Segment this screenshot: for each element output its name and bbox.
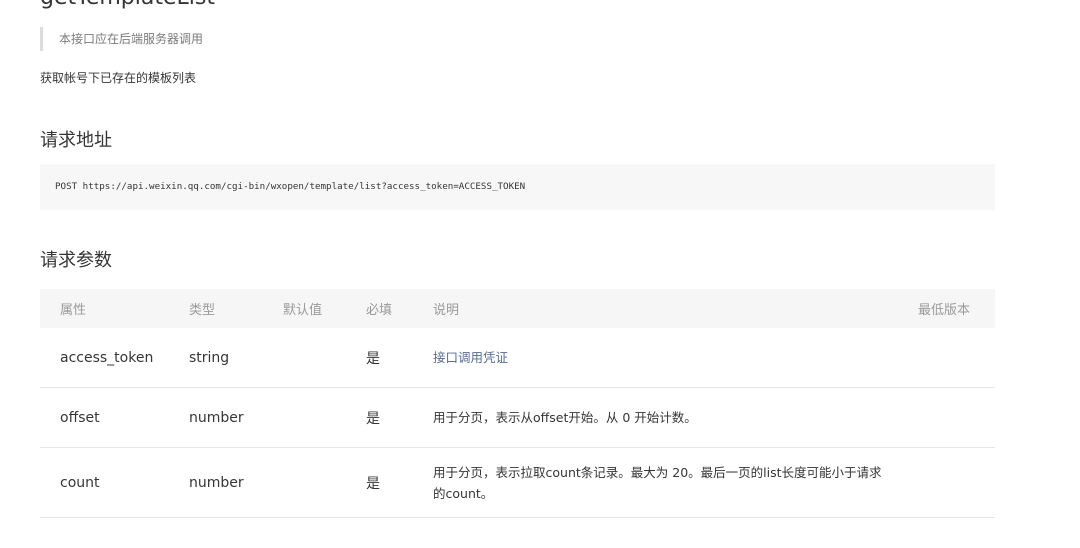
access-token-link[interactable]: 接口调用凭证 (433, 350, 508, 365)
column-header-default: 默认值 (283, 289, 366, 328)
table-row: count number 是 用于分页，表示拉取count条记录。最大为 20。… (40, 447, 995, 518)
param-min-version (918, 387, 995, 448)
column-header-name: 属性 (40, 289, 189, 328)
request-url-heading: 请求地址 (40, 130, 112, 151)
param-required: 是 (366, 447, 433, 518)
param-required: 是 (366, 328, 433, 388)
param-type: number (189, 387, 283, 448)
api-description: 获取帐号下已存在的模板列表 (40, 71, 197, 85)
column-header-required: 必填 (366, 289, 433, 328)
param-default (283, 447, 366, 518)
param-default (283, 328, 366, 388)
params-table: 属性 类型 默认值 必填 说明 最低版本 access_token string… (40, 289, 995, 518)
param-min-version (918, 328, 995, 388)
param-required: 是 (366, 387, 433, 448)
param-min-version (918, 447, 995, 518)
param-name: offset (40, 387, 189, 448)
request-params-heading: 请求参数 (40, 250, 112, 271)
params-table-header: 属性 类型 默认值 必填 说明 最低版本 (40, 289, 995, 328)
table-row: access_token string 是 接口调用凭证 (40, 328, 995, 388)
column-header-min-version: 最低版本 (918, 289, 995, 328)
param-description: 用于分页，表示拉取count条记录。最大为 20。最后一页的list长度可能小于… (433, 464, 882, 501)
param-type: number (189, 447, 283, 518)
param-description-cell: 接口调用凭证 (433, 328, 918, 388)
page-title: getTemplateList (40, 0, 215, 10)
table-row: offset number 是 用于分页，表示从offset开始。从 0 开始计… (40, 387, 995, 448)
column-header-description: 说明 (433, 289, 918, 328)
param-type: string (189, 328, 283, 388)
column-header-type: 类型 (189, 289, 283, 328)
param-default (283, 387, 366, 448)
backend-note: 本接口应在后端服务器调用 (40, 27, 203, 51)
doc-page: getTemplateList 本接口应在后端服务器调用 获取帐号下已存在的模板… (0, 0, 1080, 548)
param-description-cell: 用于分页，表示拉取count条记录。最大为 20。最后一页的list长度可能小于… (433, 447, 918, 518)
param-name: access_token (40, 328, 189, 388)
request-url-code: POST https://api.weixin.qq.com/cgi-bin/w… (40, 164, 995, 210)
param-name: count (40, 447, 189, 518)
param-description: 用于分页，表示从offset开始。从 0 开始计数。 (433, 387, 918, 448)
